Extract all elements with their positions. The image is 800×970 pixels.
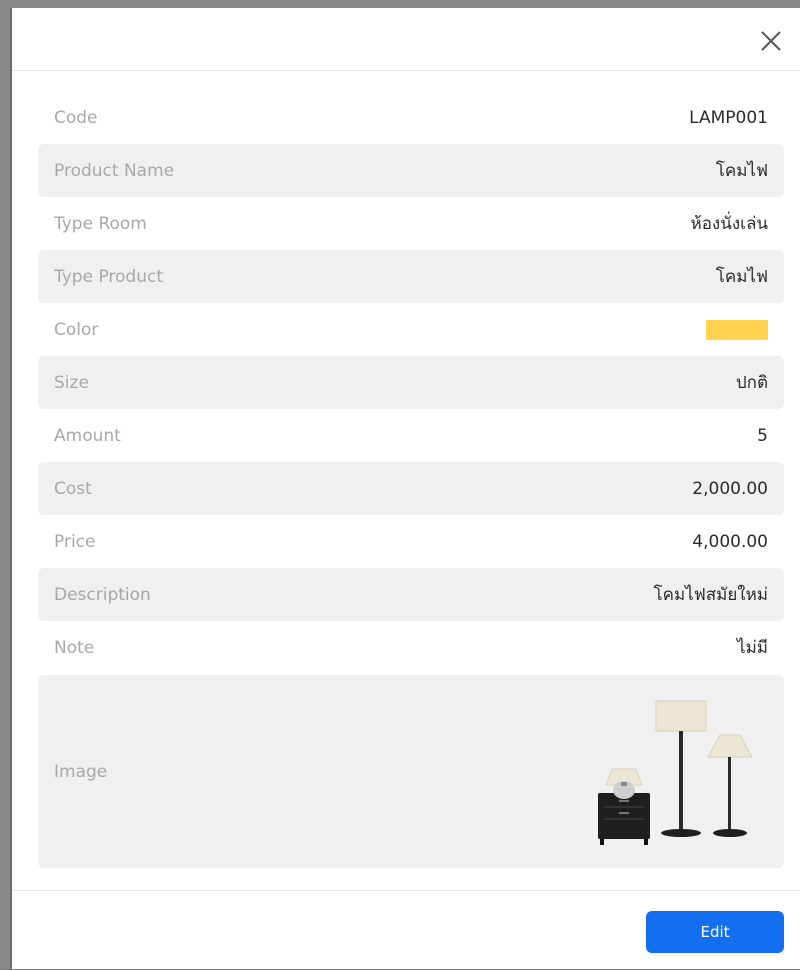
modal-footer: Edit — [12, 890, 800, 970]
detail-value: ปกติ — [735, 373, 768, 393]
detail-value: ห้องนั่งเล่น — [690, 214, 769, 234]
detail-row-product-name: Product Name โคมไฟ — [38, 144, 784, 197]
detail-label: Price — [54, 531, 96, 552]
detail-row-size: Size ปกติ — [38, 356, 784, 409]
detail-value: LAMP001 — [689, 107, 768, 128]
detail-label: Product Name — [54, 160, 175, 181]
edit-button[interactable]: Edit — [646, 911, 784, 953]
product-detail-modal: Code LAMP001 Product Name โคมไฟ Type Roo… — [10, 8, 800, 969]
detail-value: โคมไฟสมัยใหม่ — [653, 585, 768, 605]
detail-row-note: Note ไม่มี — [38, 621, 784, 674]
detail-row-code: Code LAMP001 — [38, 91, 784, 144]
detail-row-price: Price 4,000.00 — [38, 515, 784, 568]
detail-value: 4,000.00 — [692, 531, 768, 552]
detail-label: Size — [54, 372, 89, 393]
detail-label: Image — [54, 761, 108, 782]
detail-value: โคมไฟ — [715, 161, 768, 181]
modal-header — [12, 8, 800, 71]
detail-row-cost: Cost 2,000.00 — [38, 462, 784, 515]
close-icon[interactable] — [760, 30, 782, 52]
detail-row-type-room: Type Room ห้องนั่งเล่น — [38, 197, 784, 250]
detail-label: Note — [54, 637, 95, 658]
detail-label: Amount — [54, 425, 121, 446]
detail-label: Description — [54, 584, 151, 605]
detail-value: โคมไฟ — [715, 267, 768, 287]
detail-label: Cost — [54, 478, 92, 499]
detail-value: 2,000.00 — [692, 478, 768, 499]
detail-value: 5 — [757, 425, 768, 446]
detail-row-description: Description โคมไฟสมัยใหม่ — [38, 568, 784, 621]
detail-label: Type Room — [54, 213, 147, 234]
detail-value: ไม่มี — [737, 638, 768, 658]
detail-label: Color — [54, 319, 99, 340]
detail-row-type-product: Type Product โคมไฟ — [38, 250, 784, 303]
product-detail-list: Code LAMP001 Product Name โคมไฟ Type Roo… — [38, 91, 784, 868]
detail-row-amount: Amount 5 — [38, 409, 784, 462]
detail-label: Code — [54, 107, 98, 128]
detail-label: Type Product — [54, 266, 163, 287]
detail-row-color: Color — [38, 303, 784, 356]
detail-row-image: Image — [38, 675, 784, 868]
color-swatch — [706, 319, 768, 340]
lamp-set-image — [598, 700, 753, 845]
product-image — [584, 697, 764, 847]
